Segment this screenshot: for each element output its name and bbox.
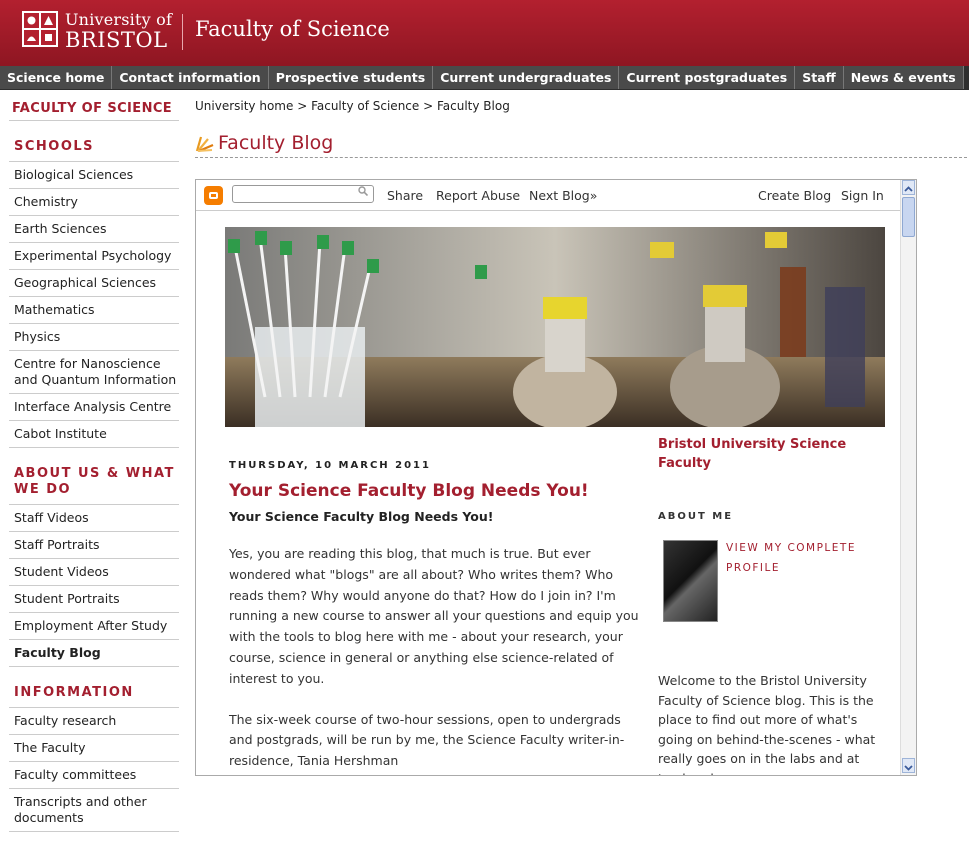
breadcrumb-separator: > [293,99,312,113]
left-sidebar: FACULTY OF SCIENCE SCHOOLS Biological Sc… [9,92,179,832]
sign-in-link[interactable]: Sign In [841,188,884,203]
sidebar-heading-schools: SCHOOLS [9,121,179,162]
sidebar-item-faculty-blog[interactable]: Faculty Blog [9,640,179,667]
blog-name-link[interactable]: Bristol University Science Faculty [658,435,878,473]
blogger-logo-icon[interactable] [204,186,223,205]
sidebar-item-chemistry[interactable]: Chemistry [9,189,179,216]
nav-science-home[interactable]: Science home [0,66,113,89]
sidebar-item-faculty-committees[interactable]: Faculty committees [9,762,179,789]
nav-current-postgraduates[interactable]: Current postgraduates [619,66,796,89]
sidebar-item-staff-videos[interactable]: Staff Videos [9,505,179,532]
sidebar-item-student-videos[interactable]: Student Videos [9,559,179,586]
nav-news-events[interactable]: News & events [844,66,964,89]
profile-photo[interactable] [663,540,718,622]
breadcrumb-separator: > [419,99,437,113]
university-crest-icon[interactable] [22,11,58,47]
sidebar-item-earth-sciences[interactable]: Earth Sciences [9,216,179,243]
sidebar-item-transcripts[interactable]: Transcripts and other documents [9,789,179,832]
university-line1: University of [65,10,173,29]
page-title: Faculty Blog [218,132,334,154]
create-blog-link[interactable]: Create Blog [758,188,831,203]
scroll-up-button[interactable] [902,180,915,195]
chevron-up-icon [904,186,913,192]
sidebar-item-interface-analysis[interactable]: Interface Analysis Centre [9,394,179,421]
iframe-scrollbar[interactable] [900,180,916,775]
breadcrumb-faculty-blog: Faculty Blog [436,99,510,113]
sidebar-item-geographical-sciences[interactable]: Geographical Sciences [9,270,179,297]
about-me-heading: ABOUT ME [658,511,734,522]
sidebar-item-biological-sciences[interactable]: Biological Sciences [9,162,179,189]
header-divider [182,14,183,50]
sidebar-item-mathematics[interactable]: Mathematics [9,297,179,324]
sidebar-item-staff-portraits[interactable]: Staff Portraits [9,532,179,559]
chevron-down-icon [904,765,913,771]
post-paragraph-2: The six-week course of two-hour sessions… [229,711,625,769]
sidebar-faculty-link[interactable]: FACULTY OF SCIENCE [9,92,179,121]
breadcrumb-faculty-of-science[interactable]: Faculty of Science [311,99,419,113]
blog-post: THURSDAY, 10 MARCH 2011 Your Science Fac… [229,460,639,772]
blog-sidebar: Bristol University Science Faculty ABOUT… [658,435,878,775]
next-blog-link[interactable]: Next Blog» [529,188,597,203]
burst-icon [195,136,214,153]
main-nav: Science home Contact information Prospec… [0,66,969,90]
blog-iframe[interactable]: Share Report Abuse Next Blog» Create Blo… [195,179,917,776]
post-title[interactable]: Your Science Faculty Blog Needs You! [229,481,639,501]
post-paragraph-1: Yes, you are reading this blog, that muc… [229,546,639,686]
faculty-title[interactable]: Faculty of Science [195,17,390,41]
blogger-navbar: Share Report Abuse Next Blog» Create Blo… [196,180,900,211]
nav-current-undergraduates[interactable]: Current undergraduates [433,66,620,89]
view-profile-link[interactable]: VIEW MY COMPLETE PROFILE [726,538,876,578]
sidebar-item-physics[interactable]: Physics [9,324,179,351]
nav-filler [963,66,969,89]
post-date: THURSDAY, 10 MARCH 2011 [229,460,431,471]
breadcrumb: University home > Faculty of Science > F… [195,99,510,113]
blog-banner-image [225,227,885,427]
breadcrumb-university-home[interactable]: University home [195,99,293,113]
sidebar-heading-information: INFORMATION [9,667,179,708]
page-heading: Faculty Blog [195,131,967,158]
post-subtitle: Your Science Faculty Blog Needs You! [229,509,494,524]
sidebar-item-nanoscience[interactable]: Centre for Nanoscience and Quantum Infor… [9,351,179,394]
blog-search-input[interactable] [232,185,374,203]
share-link[interactable]: Share [387,188,423,203]
sidebar-item-cabot-institute[interactable]: Cabot Institute [9,421,179,448]
sidebar-heading-about: ABOUT US & WHAT WE DO [9,448,179,505]
sidebar-item-faculty-research[interactable]: Faculty research [9,708,179,735]
university-line2: BRISTOL [65,28,168,52]
search-icon[interactable] [358,186,368,196]
sidebar-item-employment[interactable]: Employment After Study [9,613,179,640]
scroll-thumb[interactable] [902,197,915,237]
welcome-text: Welcome to the Bristol University Facult… [658,673,876,775]
sidebar-item-student-portraits[interactable]: Student Portraits [9,586,179,613]
sidebar-item-the-faculty[interactable]: The Faculty [9,735,179,762]
report-abuse-link[interactable]: Report Abuse [436,188,520,203]
university-logotype[interactable]: University of BRISTOL [65,12,172,51]
nav-staff[interactable]: Staff [795,66,844,89]
site-header: University of BRISTOL Faculty of Science [0,0,969,66]
nav-prospective-students[interactable]: Prospective students [269,66,434,89]
nav-contact-information[interactable]: Contact information [112,66,269,89]
sidebar-item-experimental-psychology[interactable]: Experimental Psychology [9,243,179,270]
scroll-down-button[interactable] [902,758,915,773]
